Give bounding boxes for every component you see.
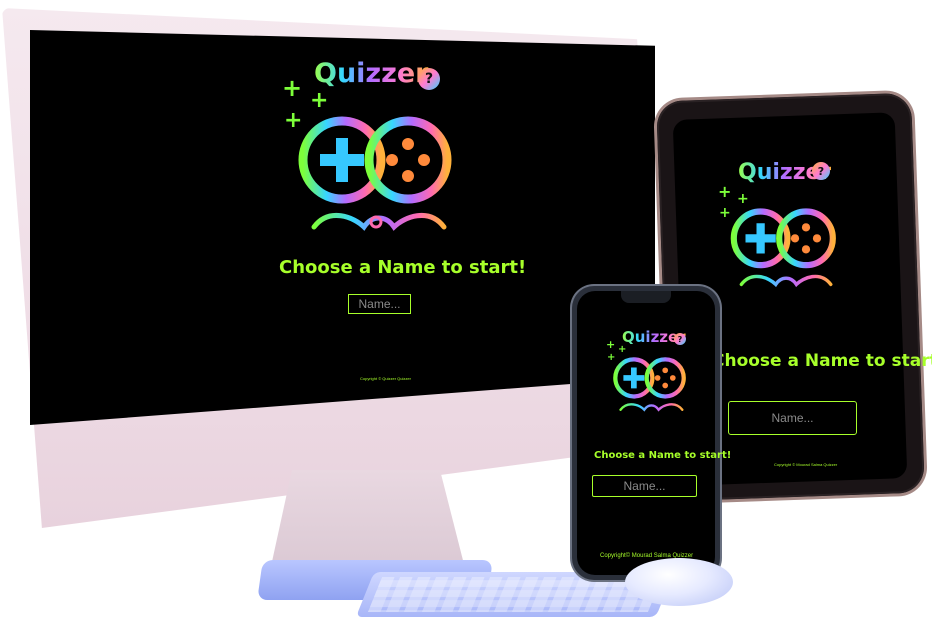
tablet-gamepad-logo-icon bbox=[730, 208, 836, 288]
phone-plus-sparkle-icon: + bbox=[606, 338, 616, 351]
desktop-copyright: Copyright © Quizzer Quizzer bbox=[360, 376, 411, 381]
phone-question-badge-icon: ? bbox=[674, 333, 686, 345]
tablet-name-input[interactable] bbox=[728, 401, 857, 435]
desktop-prompt-heading: Choose a Name to start! bbox=[279, 257, 527, 278]
mouse bbox=[625, 558, 733, 606]
desktop-plus-sparkle-icon: + bbox=[310, 88, 329, 113]
tablet-question-badge-icon: ? bbox=[812, 162, 830, 180]
tablet-copyright: Copyright © Mourad Salma Quizzer bbox=[774, 462, 838, 467]
phone-name-input[interactable] bbox=[592, 475, 697, 497]
tablet-prompt-heading: Choose a Name to start! bbox=[712, 351, 932, 371]
phone-prompt-heading: Choose a Name to start! bbox=[594, 450, 732, 461]
phone-notch bbox=[621, 291, 671, 303]
phone-gamepad-logo-icon bbox=[613, 357, 686, 412]
desktop-gamepad-logo-icon bbox=[298, 116, 452, 231]
desktop-app-title: Quizzer bbox=[314, 58, 429, 89]
desktop-question-badge-icon: ? bbox=[418, 68, 440, 90]
desktop-plus-sparkle-icon: + bbox=[282, 74, 303, 102]
desktop-name-input[interactable] bbox=[348, 294, 411, 314]
tablet-plus-sparkle-icon: + bbox=[718, 182, 732, 201]
